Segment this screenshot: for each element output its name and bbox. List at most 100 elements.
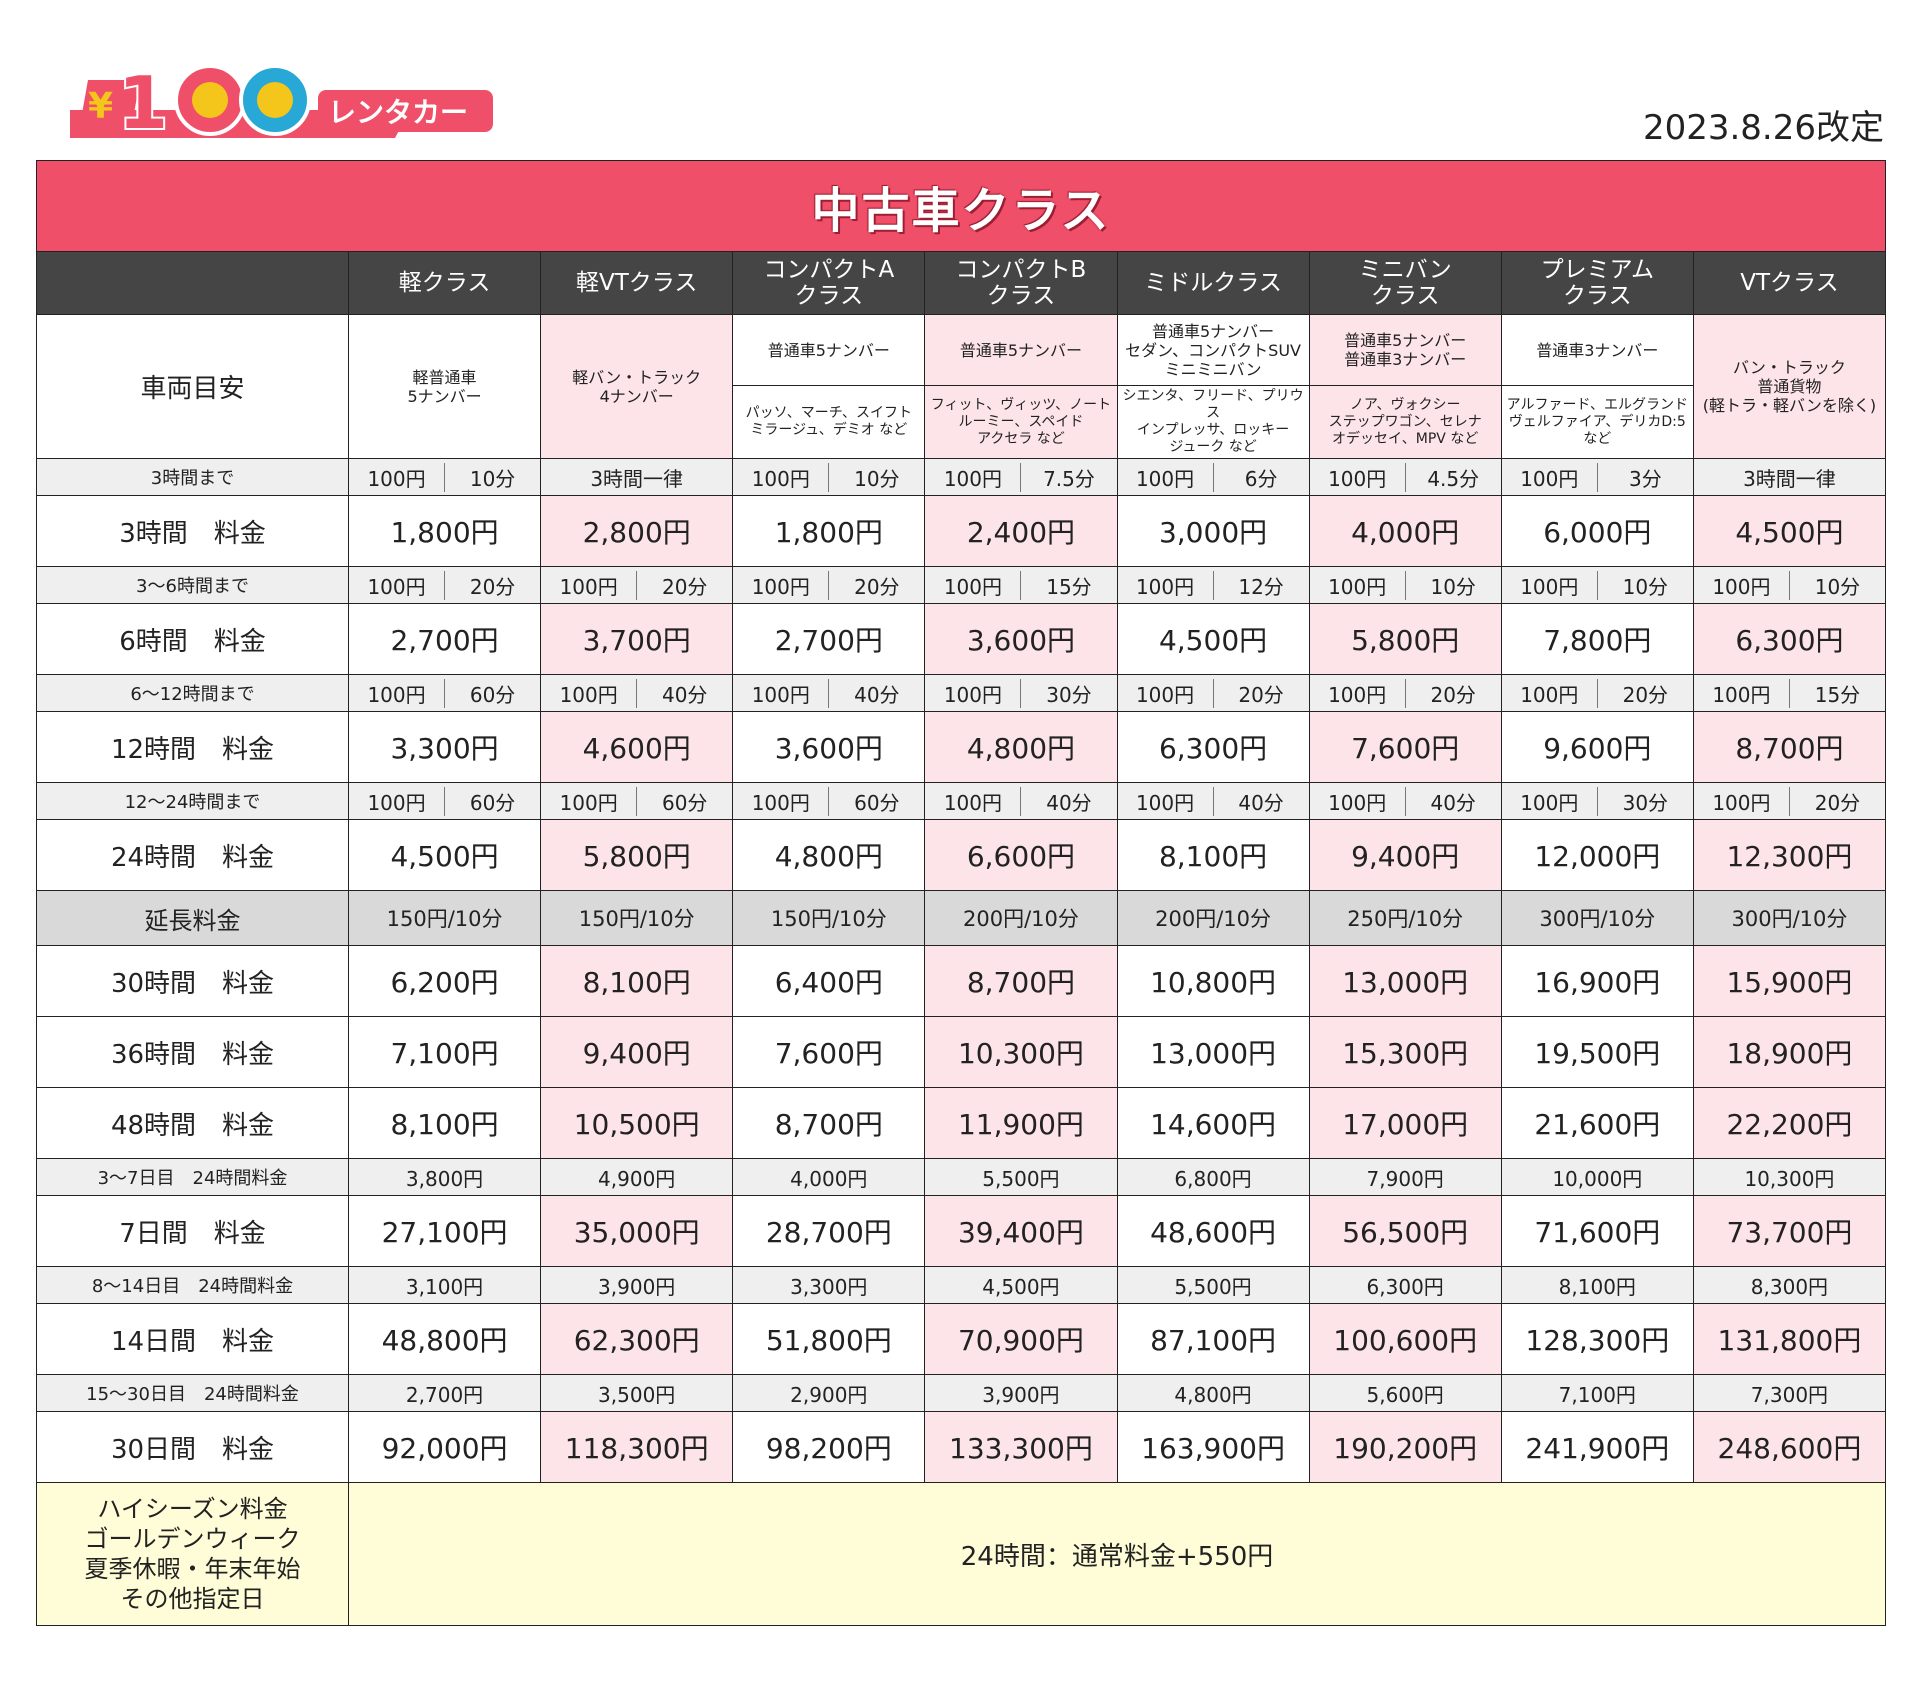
extension-row: 延長料金 150円/10分 150円/10分 150円/10分 200円/10分 200円… — [36, 890, 1887, 946]
price-cell: 8,700円 — [924, 945, 1118, 1017]
row-label: 3時間 料金 — [36, 495, 349, 567]
price-cell: 8,100円 — [1116, 819, 1310, 891]
unit-rate-cell: 100円 60分 — [732, 782, 926, 820]
unit-rate-row: 12～24時間まで 100円 60分 100円 60分 100円 60分 100円 40分 100… — [36, 782, 1887, 820]
unit-rate-cell: 100円 10分 — [732, 458, 926, 496]
price-cell: 9,400円 — [1308, 819, 1502, 891]
unit-rate-cell: 100円 40分 — [540, 674, 734, 712]
unit-time: 6分 — [1244, 466, 1278, 491]
price-cell: 8,700円 — [1692, 711, 1887, 783]
unit-price: 100円 — [1694, 570, 1790, 600]
price-cell: 3,300円 — [347, 711, 542, 783]
vehicle-label: 車両目安 — [36, 314, 349, 459]
unit-rate-cell: 100円 40分 — [732, 674, 926, 712]
unit-rate-cell: 100円 3分 — [1500, 458, 1694, 496]
page-title: 中古車クラス — [811, 183, 1111, 239]
vehicle-examples: シエンタ、フリード、プリウス インプレッサ、ロッキー ジューク など — [1116, 385, 1310, 459]
unit-rate-cell: 100円 20分 — [347, 566, 542, 604]
price-cell: 71,600円 — [1500, 1195, 1694, 1267]
price-cell: 15,300円 — [1308, 1016, 1502, 1088]
price-cell: 35,000円 — [540, 1195, 734, 1267]
price-cell: 16,900円 — [1500, 945, 1694, 1017]
unit-time: 30分 — [1046, 682, 1092, 707]
extension-rate-cell: 200円/10分 — [1116, 890, 1310, 946]
svg-text:¥: ¥ — [88, 86, 113, 127]
unit-time: 20分 — [469, 574, 516, 599]
price-cell: 51,800円 — [732, 1303, 926, 1375]
unit-price: 100円 — [734, 786, 830, 816]
high-season-value: 24時間：通常料金+550円 — [348, 1482, 1886, 1626]
price-row: 30時間 料金 6,200円 8,100円 6,400円 8,700円 10,800円 13… — [36, 945, 1887, 1017]
price-cell: 4,600円 — [540, 711, 734, 783]
unit-rate-cell: 100円 20分 — [732, 566, 926, 604]
row-label: 15～30日目 24時間料金 — [36, 1374, 349, 1412]
price-row: 12時間 料金 3,300円 4,600円 3,600円 4,800円 6,300円 7,6… — [36, 711, 1887, 783]
daily-rate-cell: 7,300円 — [1692, 1374, 1887, 1412]
price-cell: 21,600円 — [1500, 1087, 1694, 1159]
row-label: 3～7日目 24時間料金 — [36, 1158, 349, 1196]
daily-rate-cell: 8,300円 — [1692, 1266, 1887, 1304]
unit-rate-cell: 100円 20分 — [1308, 674, 1502, 712]
extension-rate-cell: 250円/10分 — [1308, 890, 1502, 946]
unit-rate-cell: 100円 10分 — [347, 458, 542, 496]
extension-rate-cell: 300円/10分 — [1500, 890, 1694, 946]
unit-time: 40分 — [661, 682, 708, 707]
price-cell: 10,500円 — [540, 1087, 734, 1159]
unit-time: 40分 — [1430, 790, 1476, 815]
unit-price: 100円 — [1310, 570, 1406, 600]
unit-rate-cell: 100円 10分 — [1308, 566, 1502, 604]
price-cell: 4,000円 — [1308, 495, 1502, 567]
price-cell: 62,300円 — [540, 1303, 734, 1375]
unit-rate-row: 6～12時間まで 100円 60分 100円 40分 100円 40分 100円 30分 100円… — [36, 674, 1887, 712]
unit-price: 100円 — [1502, 678, 1598, 708]
price-table: 中古車クラス 軽クラス 軽VTクラス コンパクトA クラス コンパクトB クラス ミドル… — [36, 160, 1887, 1626]
daily-rate-cell: 2,900円 — [732, 1374, 926, 1412]
class-header-row: 軽クラス 軽VTクラス コンパクトA クラス コンパクトB クラス ミドルクラス ミニバン… — [36, 251, 1887, 315]
unit-rate-cell: 100円 20分 — [1500, 674, 1694, 712]
price-cell: 28,700円 — [732, 1195, 926, 1267]
daily-rate-cell: 5,500円 — [924, 1158, 1118, 1196]
unit-time: 10分 — [854, 466, 900, 491]
daily-rate-cell: 5,500円 — [1116, 1266, 1310, 1304]
unit-rate-cell: 100円 15分 — [1692, 674, 1887, 712]
vehicle-type: 普通車5ナンバー 普通車3ナンバー — [1308, 314, 1502, 386]
unit-price: 100円 — [734, 570, 830, 600]
unit-rate-cell: 100円 6分 — [1116, 458, 1310, 496]
price-cell: 4,500円 — [1692, 495, 1887, 567]
price-cell: 3,700円 — [540, 603, 734, 675]
unit-rate-cell: 100円 4.5分 — [1308, 458, 1502, 496]
class-header: コンパクトB クラス — [924, 251, 1118, 315]
price-row: 6時間 料金 2,700円 3,700円 2,700円 3,600円 4,500円 5,80… — [36, 603, 1887, 675]
row-label: 36時間 料金 — [36, 1016, 349, 1088]
price-cell: 22,200円 — [1692, 1087, 1887, 1159]
price-cell: 9,600円 — [1500, 711, 1694, 783]
unit-rate-cell: 100円 40分 — [1308, 782, 1502, 820]
unit-time: 40分 — [1238, 790, 1284, 815]
unit-time: 3分 — [1628, 466, 1662, 491]
price-cell: 10,300円 — [924, 1016, 1118, 1088]
unit-price: 100円 — [350, 462, 446, 492]
unit-price: 100円 — [1118, 678, 1214, 708]
row-label: 3時間まで — [36, 458, 349, 496]
price-cell: 8,700円 — [732, 1087, 926, 1159]
price-cell: 190,200円 — [1308, 1411, 1502, 1483]
unit-time: 60分 — [469, 682, 516, 707]
extension-rate-cell: 300円/10分 — [1692, 890, 1887, 946]
unit-time: 60分 — [854, 790, 900, 815]
vehicle-examples: アルファード、エルグランド ヴェルファイア、デリカD:5 など — [1500, 385, 1694, 459]
price-cell: 98,200円 — [732, 1411, 926, 1483]
row-label: 6時間 料金 — [36, 603, 349, 675]
price-cell: 6,400円 — [732, 945, 926, 1017]
daily-rate-cell: 6,800円 — [1116, 1158, 1310, 1196]
unit-time: 7.5分 — [1043, 466, 1095, 491]
unit-price: 100円 — [350, 570, 446, 600]
price-cell: 13,000円 — [1308, 945, 1502, 1017]
unit-price: 100円 — [1310, 462, 1406, 492]
unit-rate-cell: 100円 40分 — [1116, 782, 1310, 820]
price-cell: 248,600円 — [1692, 1411, 1887, 1483]
price-cell: 3,600円 — [732, 711, 926, 783]
unit-rate-cell: 3時間一律 — [540, 458, 734, 496]
high-season-label: ハイシーズン料金 ゴールデンウィーク 夏季休暇・年末年始 その他指定日 — [36, 1482, 349, 1626]
price-cell: 2,700円 — [732, 603, 926, 675]
daily-rate-cell: 3,900円 — [540, 1266, 734, 1304]
